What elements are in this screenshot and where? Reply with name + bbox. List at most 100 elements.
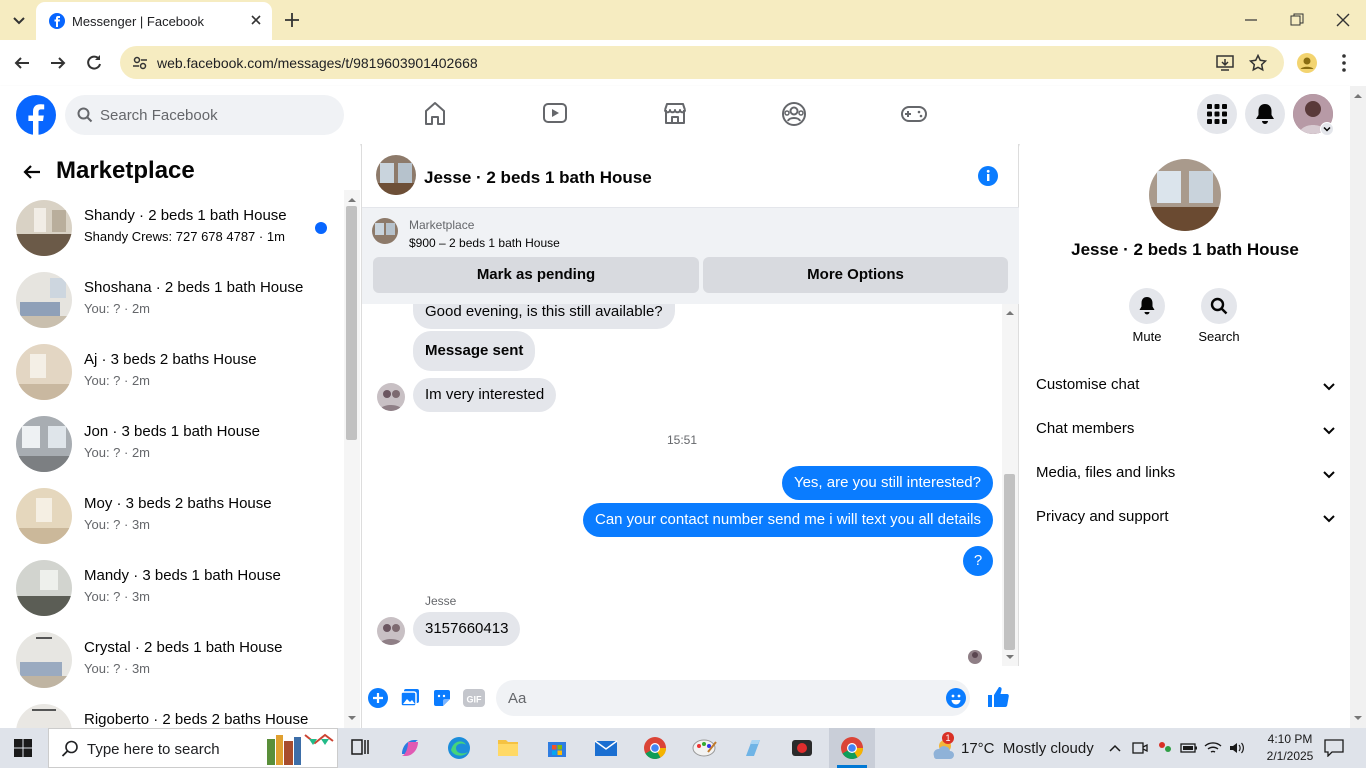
mute-button[interactable] (1129, 288, 1165, 324)
facebook-logo-icon[interactable] (16, 95, 56, 135)
search-in-chat-button[interactable] (1201, 288, 1237, 324)
conversation-item[interactable]: Jon · 3 beds 1 bath House You: ? · 2m (0, 416, 344, 488)
conversation-item[interactable]: Moy · 3 beds 2 baths House You: ? · 3m (0, 488, 344, 560)
more-actions-plus-icon[interactable] (368, 688, 388, 708)
outgoing-message[interactable]: ? (963, 546, 993, 576)
jesse-avatar[interactable] (377, 383, 405, 411)
outgoing-message[interactable]: Can your contact number send me i will t… (582, 503, 993, 537)
mark-as-pending-button[interactable]: Mark as pending (373, 257, 699, 293)
chat-title[interactable]: Jesse · 2 beds 1 bath House (424, 168, 652, 188)
notifications-button[interactable] (1245, 94, 1285, 134)
chat-info-icon[interactable] (977, 165, 999, 187)
attach-photo-icon[interactable] (400, 688, 420, 708)
more-options-button[interactable]: More Options (703, 257, 1008, 293)
incoming-message[interactable]: Good evening, is this still available? (413, 304, 675, 329)
home-icon[interactable] (423, 100, 447, 128)
microsoft-store-icon[interactable] (537, 732, 577, 764)
install-app-icon[interactable] (1216, 54, 1234, 72)
facebook-search[interactable]: Search Facebook (65, 95, 344, 135)
battery-icon[interactable] (1180, 740, 1198, 756)
url-text: web.facebook.com/messages/t/981960390140… (157, 55, 478, 71)
marketplace-icon[interactable] (662, 100, 688, 128)
incoming-message[interactable]: Message sent (413, 331, 536, 371)
mail-icon[interactable] (586, 732, 626, 764)
chrome-icon[interactable] (635, 732, 675, 764)
profile-icon[interactable] (1297, 53, 1317, 73)
conversation-item[interactable]: Mandy · 3 beds 1 bath House You: ? · 3m (0, 560, 344, 632)
back-icon[interactable] (12, 53, 32, 73)
chat-list-scrollbar[interactable] (344, 190, 360, 728)
windows-start-icon[interactable] (14, 739, 32, 757)
taskbar-search[interactable]: Type here to search (48, 728, 338, 768)
people-icon[interactable] (1156, 740, 1172, 756)
listing-price[interactable]: $900 – 2 beds 1 bath House (409, 236, 560, 250)
gaming-icon[interactable] (900, 100, 928, 128)
info-listing-avatar[interactable] (1149, 159, 1221, 231)
groups-icon[interactable] (781, 100, 807, 128)
video-icon[interactable] (542, 100, 568, 128)
section-privacy-support[interactable]: Privacy and support (1036, 508, 1336, 538)
copilot-icon[interactable] (390, 732, 430, 764)
clock-date[interactable]: 2/1/2025 (1260, 749, 1320, 763)
conversation-item[interactable]: Rigoberto · 2 beds 2 baths House (0, 704, 344, 728)
incoming-message[interactable]: Im very interested (413, 378, 557, 412)
like-thumb-icon[interactable] (986, 685, 1010, 709)
emoji-icon[interactable] (946, 688, 966, 708)
paint-app-icon[interactable] (684, 732, 724, 764)
close-window-icon[interactable] (1335, 12, 1351, 28)
active-chrome-icon[interactable] (829, 728, 875, 768)
notes-app-icon[interactable] (733, 732, 773, 764)
meet-now-icon[interactable] (1132, 740, 1148, 756)
windows-taskbar: Type here to search 1 17°C Mostly cloudy… (0, 728, 1366, 768)
task-view-icon[interactable] (340, 732, 380, 764)
chevron-down-icon (1322, 380, 1336, 394)
search-placeholder: Search Facebook (100, 107, 218, 124)
conversation-item[interactable]: Aj · 3 beds 2 baths House You: ? · 2m (0, 344, 344, 416)
weather-text[interactable]: 17°C Mostly cloudy (961, 740, 1094, 757)
wifi-icon[interactable] (1204, 740, 1222, 756)
new-tab-icon[interactable] (283, 11, 301, 29)
jesse-avatar[interactable] (377, 617, 405, 645)
message-input[interactable] (508, 680, 928, 716)
forward-icon[interactable] (48, 53, 68, 73)
gif-icon[interactable]: GIF (463, 688, 485, 708)
incoming-message[interactable]: 3157660413 (413, 612, 521, 646)
conversation-name: Jon · 3 beds 1 bath House (84, 423, 260, 440)
volume-icon[interactable] (1228, 740, 1246, 756)
minimize-icon[interactable] (1243, 12, 1259, 28)
section-customise-chat[interactable]: Customise chat (1036, 376, 1336, 406)
close-tab-icon[interactable] (249, 13, 263, 27)
conversation-item[interactable]: Shandy · 2 beds 1 bath House Shandy Crew… (0, 200, 344, 272)
info-title: Jesse · 2 beds 1 bath House (1071, 240, 1299, 259)
bookmark-star-icon[interactable] (1249, 54, 1267, 72)
menu-grid-button[interactable] (1197, 94, 1237, 134)
account-chevron-icon[interactable] (1320, 122, 1334, 136)
site-info-icon[interactable] (132, 55, 148, 71)
tab-search-chevron-icon[interactable] (9, 10, 29, 30)
listing-thumbnail (16, 344, 72, 400)
outgoing-message[interactable]: Yes, are you still interested? (781, 466, 993, 500)
browser-menu-icon[interactable] (1334, 53, 1354, 73)
page-scrollbar[interactable] (1350, 86, 1366, 728)
file-explorer-icon[interactable] (488, 732, 528, 764)
action-center-icon[interactable] (1324, 739, 1344, 757)
thread-scrollbar[interactable] (1002, 304, 1018, 666)
reload-icon[interactable] (84, 53, 104, 73)
section-media-files-links[interactable]: Media, files and links (1036, 464, 1336, 494)
edge-icon[interactable] (439, 732, 479, 764)
conversation-item[interactable]: Shoshana · 2 beds 1 bath House You: ? · … (0, 272, 344, 344)
list-title: Marketplace (56, 157, 195, 184)
back-arrow-icon[interactable] (22, 162, 42, 182)
address-bar[interactable]: web.facebook.com/messages/t/981960390140… (120, 46, 1284, 79)
tab-messenger[interactable]: Messenger | Facebook (36, 2, 272, 40)
chat-listing-avatar[interactable] (376, 155, 416, 195)
conversation-item[interactable]: Crystal · 2 beds 1 bath House You: ? · 3… (0, 632, 344, 704)
section-chat-members[interactable]: Chat members (1036, 420, 1336, 450)
bell-icon (1138, 296, 1156, 316)
clock-time[interactable]: 4:10 PM (1260, 732, 1320, 746)
sticker-icon[interactable] (432, 688, 452, 708)
restore-icon[interactable] (1289, 12, 1305, 28)
recorder-app-icon[interactable] (782, 732, 822, 764)
listing-thumbnail (16, 272, 72, 328)
chevron-up-icon[interactable] (1108, 741, 1122, 755)
